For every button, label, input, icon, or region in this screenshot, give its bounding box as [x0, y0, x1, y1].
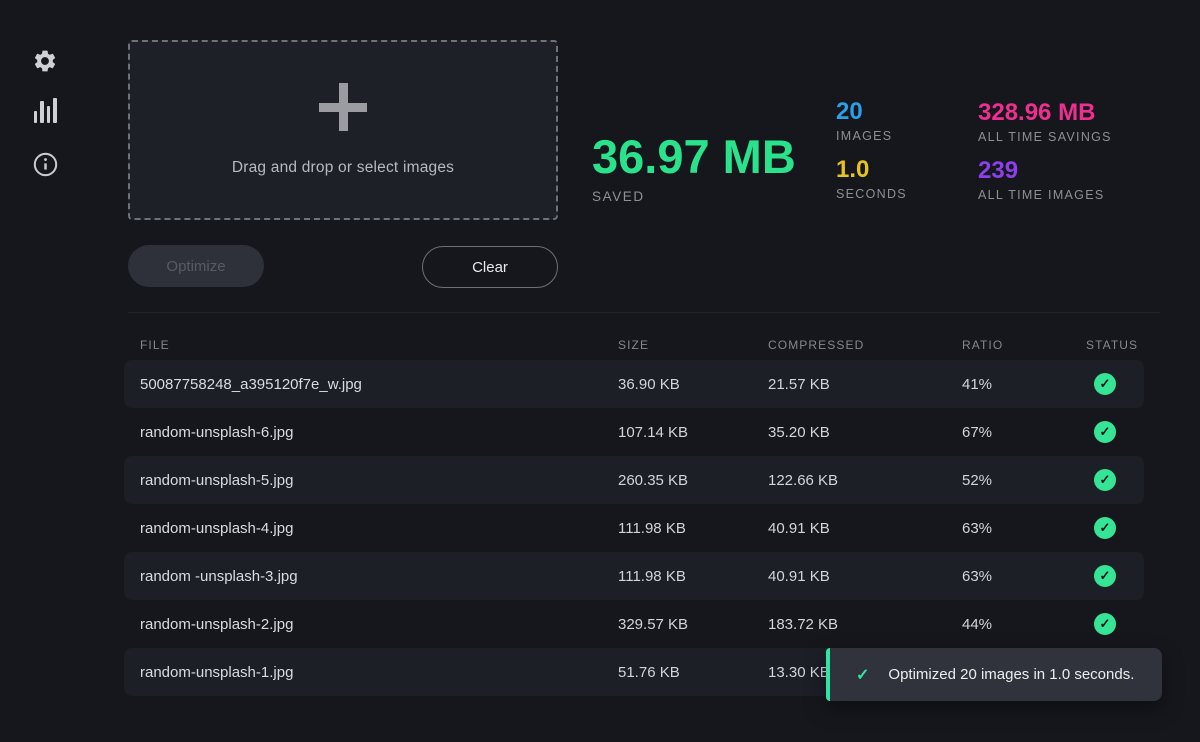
file-name: random-unsplash-4.jpg [124, 520, 618, 537]
toast-message: Optimized 20 images in 1.0 seconds. [888, 666, 1134, 683]
session-stats: 20 IMAGES 1.0 SECONDS [836, 98, 907, 201]
bar-chart-icon [34, 97, 57, 123]
saved-value: 36.97 MB [592, 132, 796, 182]
table-row: random-unsplash-2.jpg 329.57 KB 183.72 K… [124, 600, 1144, 648]
table-row: random-unsplash-6.jpg 107.14 KB 35.20 KB… [124, 408, 1144, 456]
gear-icon [32, 48, 58, 74]
seconds-stat: 1.0 SECONDS [836, 156, 907, 201]
success-check-icon: ✓ [1094, 373, 1116, 395]
header-ratio: RATIO [962, 338, 1086, 352]
images-label: IMAGES [836, 129, 907, 143]
all-time-savings-value: 328.96 MB [978, 99, 1112, 127]
file-compressed: 35.20 KB [768, 424, 962, 441]
file-size: 260.35 KB [618, 472, 768, 489]
all-time-images-label: ALL TIME IMAGES [978, 188, 1112, 202]
table-row: random-unsplash-5.jpg 260.35 KB 122.66 K… [124, 456, 1144, 504]
status-cell: ✓ [1086, 613, 1144, 635]
images-stat: 20 IMAGES [836, 98, 907, 143]
success-check-icon: ✓ [1094, 613, 1116, 635]
file-ratio: 63% [962, 520, 1086, 537]
about-button[interactable] [30, 149, 60, 179]
status-cell: ✓ [1086, 469, 1144, 491]
file-compressed: 122.66 KB [768, 472, 962, 489]
file-compressed: 21.57 KB [768, 376, 962, 393]
file-ratio: 63% [962, 568, 1086, 585]
saved-stat: 36.97 MB SAVED [592, 132, 796, 204]
check-icon: ✓ [856, 665, 869, 685]
file-ratio: 52% [962, 472, 1086, 489]
seconds-label: SECONDS [836, 187, 907, 201]
all-time-savings-label: ALL TIME SAVINGS [978, 130, 1112, 144]
images-value: 20 [836, 98, 907, 126]
file-name: random-unsplash-5.jpg [124, 472, 618, 489]
table-row: 50087758248_a395120f7e_w.jpg 36.90 KB 21… [124, 360, 1144, 408]
file-name: 50087758248_a395120f7e_w.jpg [124, 376, 618, 393]
optimize-button[interactable]: Optimize [128, 245, 264, 287]
saved-label: SAVED [592, 189, 796, 204]
all-time-images-stat: 239 ALL TIME IMAGES [978, 157, 1112, 202]
image-optimizer-window: Drag and drop or select images Optimize … [0, 0, 1200, 742]
file-size: 51.76 KB [618, 664, 768, 681]
file-size: 107.14 KB [618, 424, 768, 441]
file-size: 36.90 KB [618, 376, 768, 393]
success-check-icon: ✓ [1094, 517, 1116, 539]
status-cell: ✓ [1086, 421, 1144, 443]
table-body: 50087758248_a395120f7e_w.jpg 36.90 KB 21… [124, 360, 1144, 696]
section-divider [128, 312, 1160, 313]
file-size: 111.98 KB [618, 568, 768, 585]
stats-button[interactable] [30, 95, 60, 125]
table-row: random -unsplash-3.jpg 111.98 KB 40.91 K… [124, 552, 1144, 600]
table-row: random-unsplash-4.jpg 111.98 KB 40.91 KB… [124, 504, 1144, 552]
dropzone[interactable]: Drag and drop or select images [128, 40, 558, 220]
success-check-icon: ✓ [1094, 421, 1116, 443]
file-size: 111.98 KB [618, 520, 768, 537]
toast-notification[interactable]: ✓ Optimized 20 images in 1.0 seconds. [826, 648, 1162, 701]
file-compressed: 40.91 KB [768, 520, 962, 537]
file-name: random-unsplash-1.jpg [124, 664, 618, 681]
file-name: random-unsplash-6.jpg [124, 424, 618, 441]
all-time-savings-stat: 328.96 MB ALL TIME SAVINGS [978, 99, 1112, 144]
file-compressed: 183.72 KB [768, 616, 962, 633]
file-ratio: 41% [962, 376, 1086, 393]
file-size: 329.57 KB [618, 616, 768, 633]
all-time-images-value: 239 [978, 157, 1112, 185]
info-icon [32, 151, 59, 178]
success-check-icon: ✓ [1094, 565, 1116, 587]
file-name: random -unsplash-3.jpg [124, 568, 618, 585]
file-compressed: 40.91 KB [768, 568, 962, 585]
seconds-value: 1.0 [836, 156, 907, 184]
file-ratio: 44% [962, 616, 1086, 633]
results-table: FILE SIZE COMPRESSED RATIO STATUS 500877… [124, 330, 1144, 696]
dropzone-label: Drag and drop or select images [232, 159, 454, 177]
header-size: SIZE [618, 338, 768, 352]
file-name: random-unsplash-2.jpg [124, 616, 618, 633]
header-status: STATUS [1086, 338, 1144, 352]
settings-button[interactable] [30, 46, 60, 76]
all-time-stats: 328.96 MB ALL TIME SAVINGS 239 ALL TIME … [978, 99, 1112, 202]
plus-icon [319, 83, 367, 131]
header-file: FILE [124, 338, 618, 352]
success-check-icon: ✓ [1094, 469, 1116, 491]
table-header-row: FILE SIZE COMPRESSED RATIO STATUS [124, 330, 1144, 360]
status-cell: ✓ [1086, 517, 1144, 539]
file-ratio: 67% [962, 424, 1086, 441]
header-compressed: COMPRESSED [768, 338, 962, 352]
clear-button[interactable]: Clear [422, 246, 558, 288]
status-cell: ✓ [1086, 565, 1144, 587]
status-cell: ✓ [1086, 373, 1144, 395]
